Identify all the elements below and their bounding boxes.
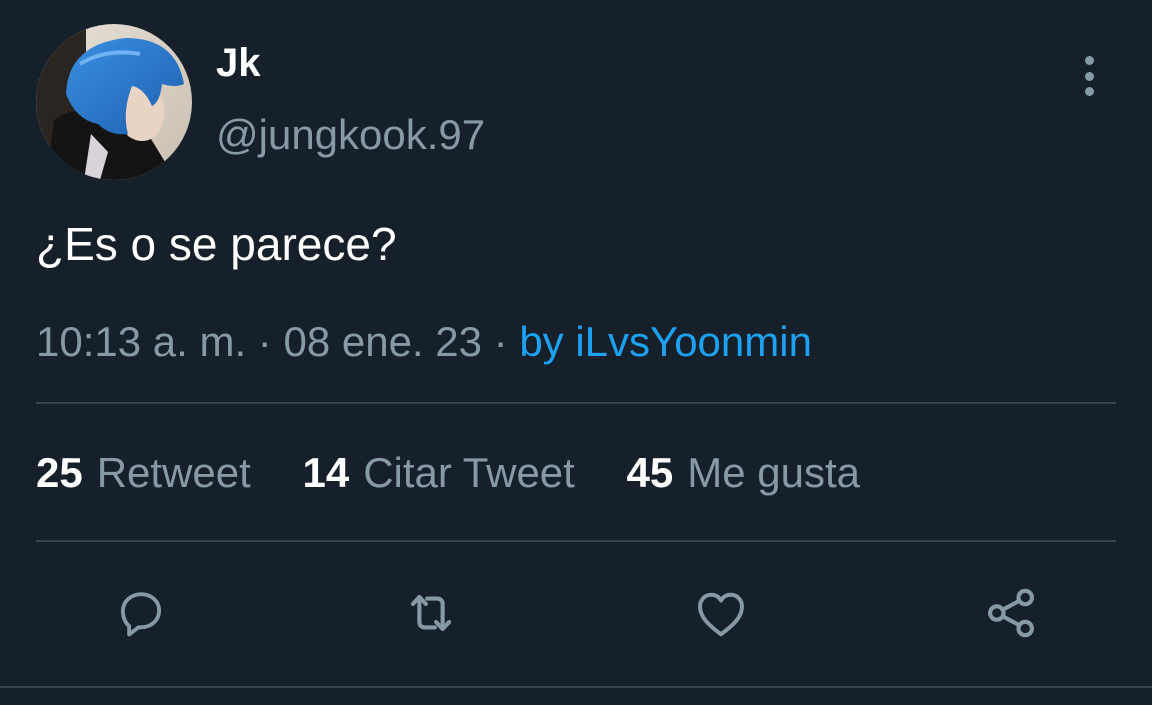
tweet-detail: Jk @jungkook.97 ¿Es o se parece? 10:13 a… (0, 0, 1152, 705)
tweet-metadata: 10:13 a. m. · 08 ene. 23 · by iLvsYoonmi… (36, 316, 812, 368)
reply-button[interactable] (108, 580, 174, 646)
retweet-icon (410, 594, 452, 632)
avatar[interactable] (36, 24, 192, 180)
display-name[interactable]: Jk (216, 40, 261, 86)
avatar-image (36, 24, 192, 180)
stat-count: 14 (302, 449, 350, 496)
stat-count: 25 (36, 449, 83, 496)
like-count-stat[interactable]: 45 Me gusta (627, 446, 860, 500)
retweet-count-stat[interactable]: 25 Retweet (36, 446, 251, 500)
like-icon (698, 592, 744, 637)
share-button[interactable] (978, 580, 1044, 646)
tweet-text: ¿Es o se parece? (36, 218, 397, 270)
meta-separator: · (257, 318, 272, 365)
quote-count-stat[interactable]: 14 Citar Tweet (302, 446, 574, 500)
divider (36, 540, 1116, 542)
more-options-icon[interactable] (1070, 56, 1108, 96)
tweet-date[interactable]: 08 ene. 23 (283, 318, 482, 365)
more-dot (1084, 87, 1094, 96)
more-dot (1084, 56, 1094, 65)
reply-icon (120, 592, 162, 637)
stat-label: Me gusta (687, 449, 860, 496)
divider (36, 402, 1116, 404)
more-dot (1084, 71, 1094, 81)
tweet-source-link[interactable]: by iLvsYoonmin (519, 318, 812, 365)
retweet-button[interactable] (398, 580, 464, 646)
tweet-stats: 25 Retweet 14 Citar Tweet 45 Me gusta (36, 446, 900, 500)
stat-label: Retweet (96, 449, 251, 496)
tweet-time[interactable]: 10:13 a. m. (36, 318, 246, 365)
user-handle[interactable]: @jungkook.97 (216, 110, 485, 160)
divider (0, 686, 1152, 688)
stat-count: 45 (626, 449, 674, 496)
share-icon (988, 588, 1034, 638)
stat-label: Citar Tweet (363, 449, 575, 496)
like-button[interactable] (688, 580, 754, 646)
meta-separator: · (493, 318, 508, 365)
